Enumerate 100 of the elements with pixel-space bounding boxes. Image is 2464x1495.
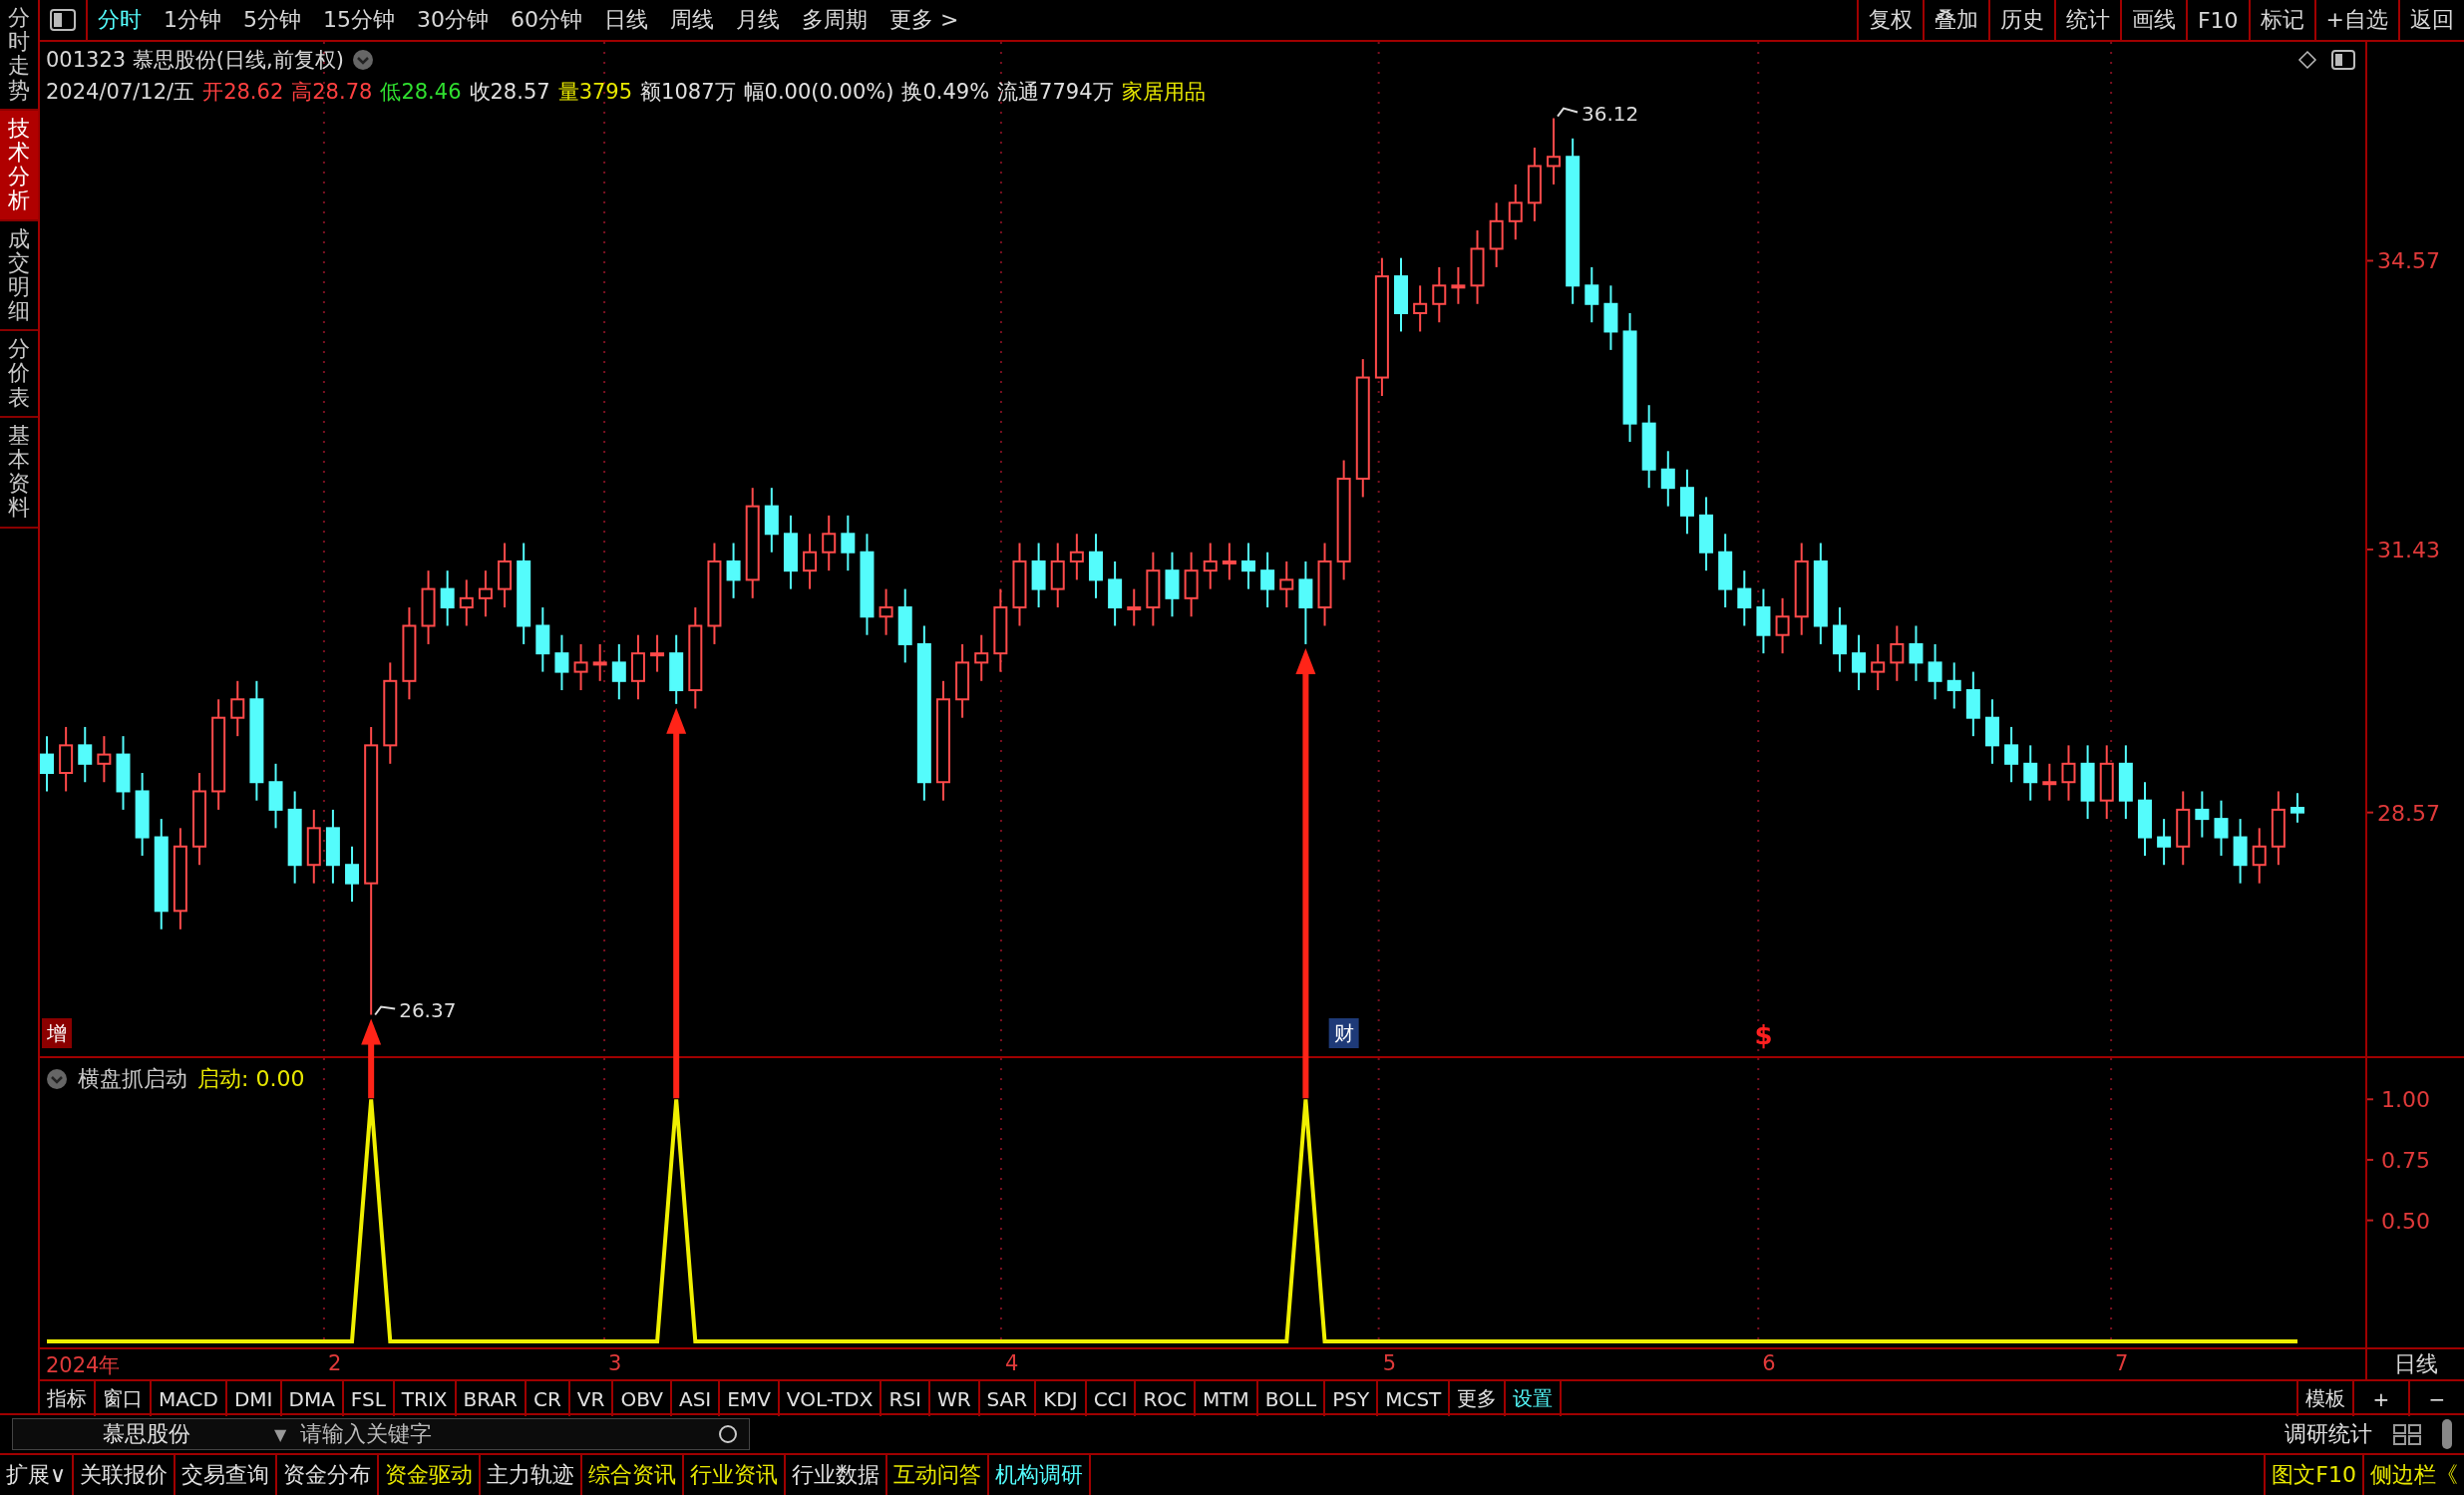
candlestick [230, 679, 245, 738]
candlestick [611, 642, 626, 701]
candlestick [1203, 542, 1218, 590]
date-axis-label: 6 [1762, 1351, 1776, 1375]
candlestick [1508, 183, 1523, 241]
sidebar-tab[interactable]: 基本资料 [0, 417, 38, 529]
panel-toggle-icon[interactable] [50, 9, 76, 31]
period-tab[interactable]: 5分钟 [243, 5, 301, 35]
period-tab[interactable]: 多周期 [802, 5, 868, 35]
candlestick [1946, 661, 1961, 710]
period-tab[interactable]: 15分钟 [323, 5, 395, 35]
candlestick [1279, 560, 1294, 609]
candlestick [1413, 284, 1428, 333]
event-marker[interactable]: 财 [1328, 1018, 1359, 1048]
candlestick [2252, 827, 2267, 885]
high-price-label: 36.12 [1582, 101, 1639, 126]
quote-field: 量3795 [557, 78, 633, 106]
price-axis-label: 31.43 [2377, 537, 2440, 562]
quote-field: 收28.57 [469, 78, 550, 106]
period-tab[interactable]: 周线 [670, 5, 714, 35]
leader-line [1557, 107, 1580, 118]
date-axis-label: 3 [608, 1351, 622, 1375]
period-tab[interactable]: 30分钟 [417, 5, 489, 35]
sidebar-tab[interactable]: 分价表 [0, 331, 38, 418]
period-tab[interactable]: 分时 [98, 5, 142, 35]
candlestick [2061, 744, 2076, 802]
indicator-name: 横盘抓启动 [78, 1065, 187, 1093]
candlestick [1909, 624, 1924, 682]
scrollbar-thumb[interactable] [2442, 1419, 2452, 1449]
candlestick [1871, 642, 1886, 692]
candlestick [803, 533, 818, 590]
dropdown-icon[interactable] [46, 1068, 68, 1090]
candlestick [1584, 265, 1599, 324]
candlestick [2023, 744, 2038, 802]
period-tab[interactable]: 日线 [604, 5, 648, 35]
period-tab[interactable]: 更多 > [889, 5, 959, 35]
candlestick [2157, 818, 2172, 867]
dropdown-icon[interactable] [351, 49, 374, 71]
search-icon[interactable] [717, 1423, 739, 1445]
leader-line [374, 1005, 397, 1016]
candlestick [554, 633, 569, 692]
candlestick [1547, 117, 1562, 186]
candlestick [1222, 542, 1236, 581]
industry-label: 家居用品 [1121, 79, 1206, 106]
candlestick [478, 569, 493, 618]
candlestick [1737, 569, 1752, 627]
candlestick [1890, 624, 1905, 682]
indicator-axis-label: 0.50 [2381, 1208, 2430, 1234]
search-field[interactable]: 慕思股份 ▼ 请输入关键字 [12, 1418, 750, 1450]
candlestick [822, 514, 837, 572]
period-tab[interactable]: 1分钟 [164, 5, 221, 35]
quote-field: 流通7794万 [997, 78, 1114, 106]
candlestick [879, 587, 893, 636]
price-axis-label: 28.57 [2377, 800, 2440, 826]
candlestick [841, 514, 856, 572]
candlestick [78, 725, 93, 784]
price-axis-label: 34.57 [2377, 248, 2440, 274]
candlestick [2004, 725, 2019, 784]
candlestick [459, 578, 474, 627]
date-axis-label: 5 [1382, 1351, 1396, 1375]
candlestick [573, 642, 588, 692]
date-axis-label: 2 [327, 1351, 342, 1375]
candlestick [440, 569, 455, 627]
candlestick [1069, 533, 1084, 581]
sidebar-tab[interactable]: 技术分析 [0, 110, 38, 221]
event-marker[interactable]: $ [1754, 1020, 1773, 1050]
quote-field: 换0.49% [901, 78, 990, 106]
date-axis-label: 4 [1004, 1351, 1019, 1375]
indicator-reading: 启动: 0.00 [197, 1065, 305, 1093]
candlestick [2290, 792, 2304, 824]
panel-toggle-icon[interactable] [2331, 50, 2355, 70]
diamond-icon[interactable] [2297, 50, 2317, 70]
quote-field: 低28.46 [380, 78, 462, 106]
quote-field: 额1087万 [640, 78, 736, 106]
candlestick [650, 633, 665, 673]
quote-field: 开28.62 [202, 78, 284, 106]
grid-icon[interactable] [2392, 1423, 2422, 1445]
indicator-axis-label: 0.75 [2381, 1147, 2430, 1173]
candlestick [2195, 790, 2210, 839]
candlestick [726, 542, 741, 599]
candlestick [1660, 450, 1675, 508]
date-axis-label: 2024年 [46, 1352, 121, 1379]
candlestick [1928, 642, 1942, 701]
candlestick [1241, 542, 1256, 590]
stats-link[interactable]: 调研统计 [2285, 1419, 2372, 1449]
period-tab[interactable]: 月线 [736, 5, 780, 35]
period-tab[interactable]: 60分钟 [511, 5, 582, 35]
candlestick [1127, 587, 1142, 627]
candlestick [2214, 799, 2229, 857]
quote-field: 高28.78 [291, 78, 373, 106]
quote-field: 幅0.00(0.00%) [743, 78, 894, 106]
indicator-axis-label: 1.00 [2381, 1087, 2430, 1113]
event-marker[interactable]: 增 [42, 1018, 72, 1048]
period-label: 日线 [2365, 1349, 2464, 1379]
candlestick [345, 845, 360, 904]
sidebar-tab[interactable]: 成交明细 [0, 220, 38, 332]
candlestick [974, 633, 989, 682]
stock-title: 001323 慕思股份(日线,前复权) [46, 47, 344, 74]
candlestick [592, 642, 607, 682]
candlestick [1432, 265, 1447, 324]
